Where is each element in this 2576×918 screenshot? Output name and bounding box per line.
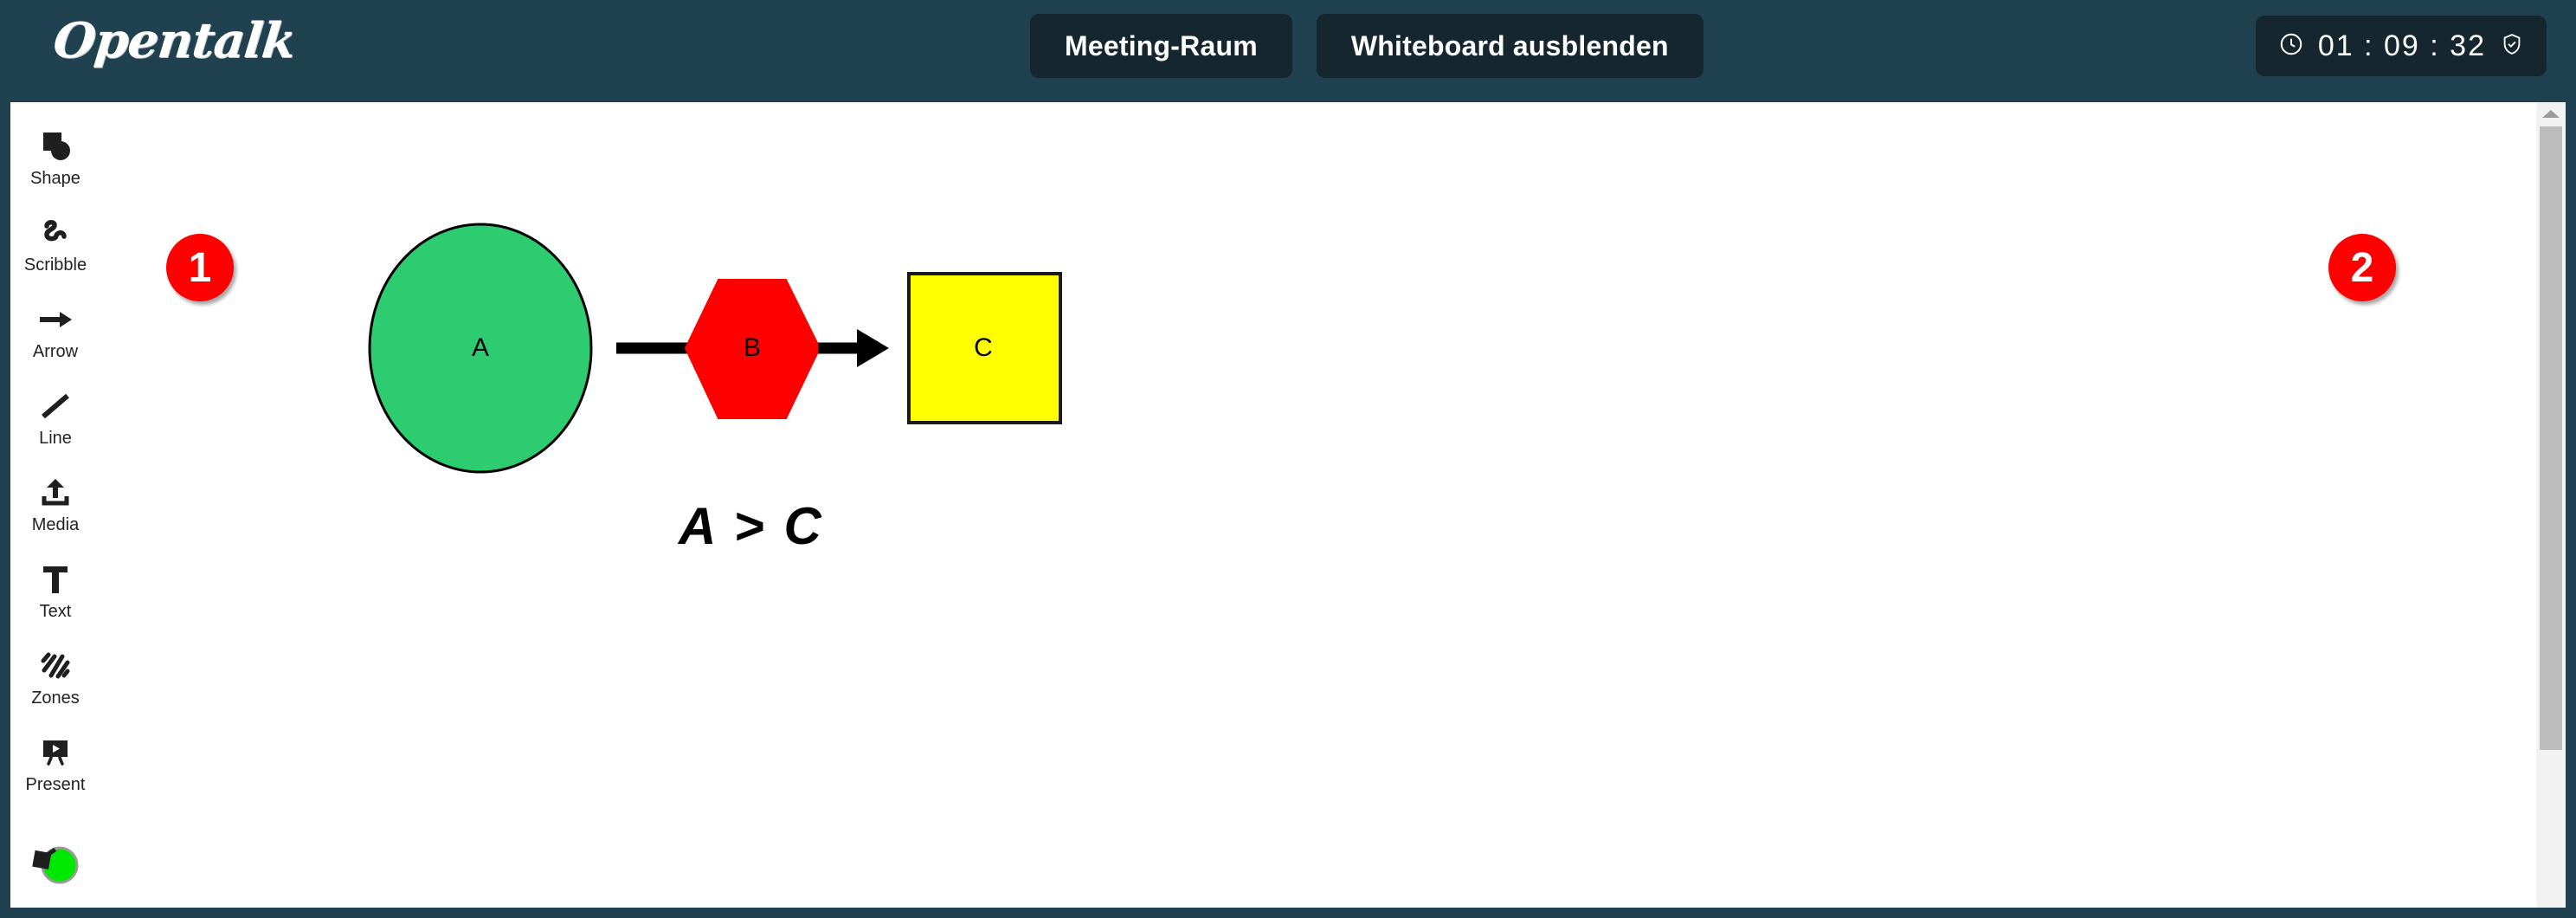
app-header: Opentalk Meeting-Raum Whiteboard ausblen… xyxy=(0,0,2576,95)
shape-hexagon-b[interactable] xyxy=(684,279,821,419)
shape-rect-c[interactable] xyxy=(907,272,1062,424)
session-timer[interactable]: 01 : 09 : 32 xyxy=(2255,16,2547,76)
diagram-layer[interactable]: A B C A > C xyxy=(10,102,2566,908)
toggle-whiteboard-button[interactable]: Whiteboard ausblenden xyxy=(1316,14,1703,78)
clock-icon xyxy=(2278,31,2304,61)
step-badge-2: 2 xyxy=(2328,234,2396,301)
header-center-actions: Meeting-Raum Whiteboard ausblenden xyxy=(1030,14,1703,78)
chevron-up-icon[interactable] xyxy=(2536,102,2566,125)
canvas-sheet[interactable]: A B C A > C Shape Scribble Arrow Line Me… xyxy=(10,102,2566,908)
step-badge-1: 1 xyxy=(166,234,234,301)
relation-text[interactable]: A > C xyxy=(679,496,824,556)
meeting-room-button[interactable]: Meeting-Raum xyxy=(1030,14,1292,78)
diagram-svg[interactable] xyxy=(10,102,2566,908)
brand-logo: Opentalk xyxy=(50,12,298,69)
timer-value: 01 : 09 : 32 xyxy=(2317,29,2486,62)
shape-ellipse-a[interactable] xyxy=(368,223,593,474)
scrollbar-thumb[interactable] xyxy=(2540,126,2562,750)
whiteboard-surface[interactable]: A B C A > C Shape Scribble Arrow Line Me… xyxy=(10,102,2566,908)
shield-check-icon xyxy=(2500,32,2524,61)
connector-b-to-c-head[interactable] xyxy=(857,329,889,367)
canvas-scrollbar[interactable] xyxy=(2536,102,2566,908)
